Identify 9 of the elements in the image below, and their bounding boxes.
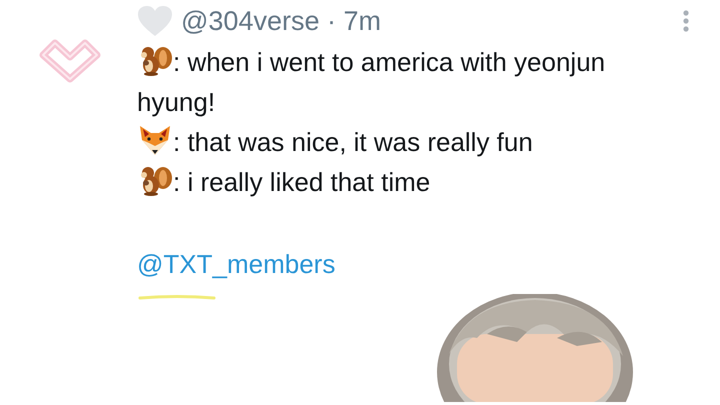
heart-icon[interactable] bbox=[137, 5, 173, 37]
heart-outline-icon bbox=[38, 37, 100, 83]
message-line: : that was nice, it was really fun bbox=[137, 122, 533, 162]
fox-icon bbox=[137, 124, 173, 156]
byline: @304verse · 7m bbox=[181, 6, 381, 36]
message-line: : when i went to america with yeonjun hyung! bbox=[137, 42, 677, 122]
message-line: : i really liked that time bbox=[137, 162, 430, 202]
mention-link[interactable]: @TXT_members bbox=[137, 244, 336, 284]
more-menu-icon[interactable] bbox=[682, 10, 690, 32]
